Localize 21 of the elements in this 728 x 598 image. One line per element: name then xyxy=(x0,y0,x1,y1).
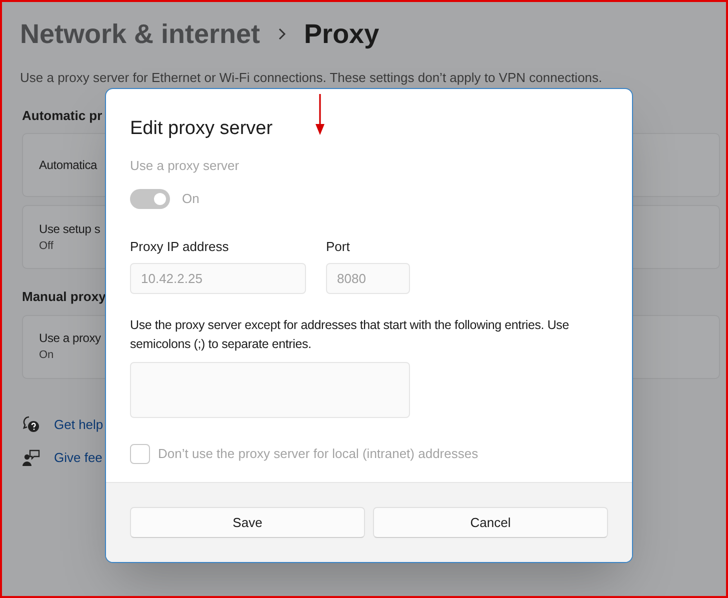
card-status: Off xyxy=(39,238,54,254)
section-heading: Manual proxy xyxy=(22,288,106,306)
page-description: Use a proxy server for Ethernet or Wi-Fi connections. These settings don’t apply to VPN connections. xyxy=(20,69,604,87)
exceptions-description: Use the proxy server except for addresses that start with the following entries. Use semicolons (;) to separate entries. xyxy=(130,316,570,353)
dialog-button[interactable]: Save xyxy=(130,507,365,538)
card-title: Automatica xyxy=(39,157,98,174)
field-label: Proxy IP address xyxy=(130,238,229,256)
toggle-state: On xyxy=(182,190,200,208)
link[interactable]: Get help xyxy=(54,414,104,434)
card-status: On xyxy=(39,348,54,364)
dialog-button[interactable]: Cancel xyxy=(373,507,608,538)
toggle-label: Use a proxy server xyxy=(130,156,240,175)
card-title: Use a proxy xyxy=(39,330,101,348)
field-label: Port xyxy=(326,238,350,256)
card-title: Use setup s xyxy=(39,220,100,238)
link[interactable]: Give fee xyxy=(54,448,102,468)
page-title: Proxy xyxy=(304,18,380,51)
section-heading: Automatic pr xyxy=(22,106,102,125)
checkbox-label: Don’t use the proxy server for local (intranet) addresses xyxy=(158,444,478,463)
breadcrumb-parent[interactable]: Network & internet xyxy=(20,14,260,54)
dialog-title: Edit proxy server xyxy=(130,117,273,141)
